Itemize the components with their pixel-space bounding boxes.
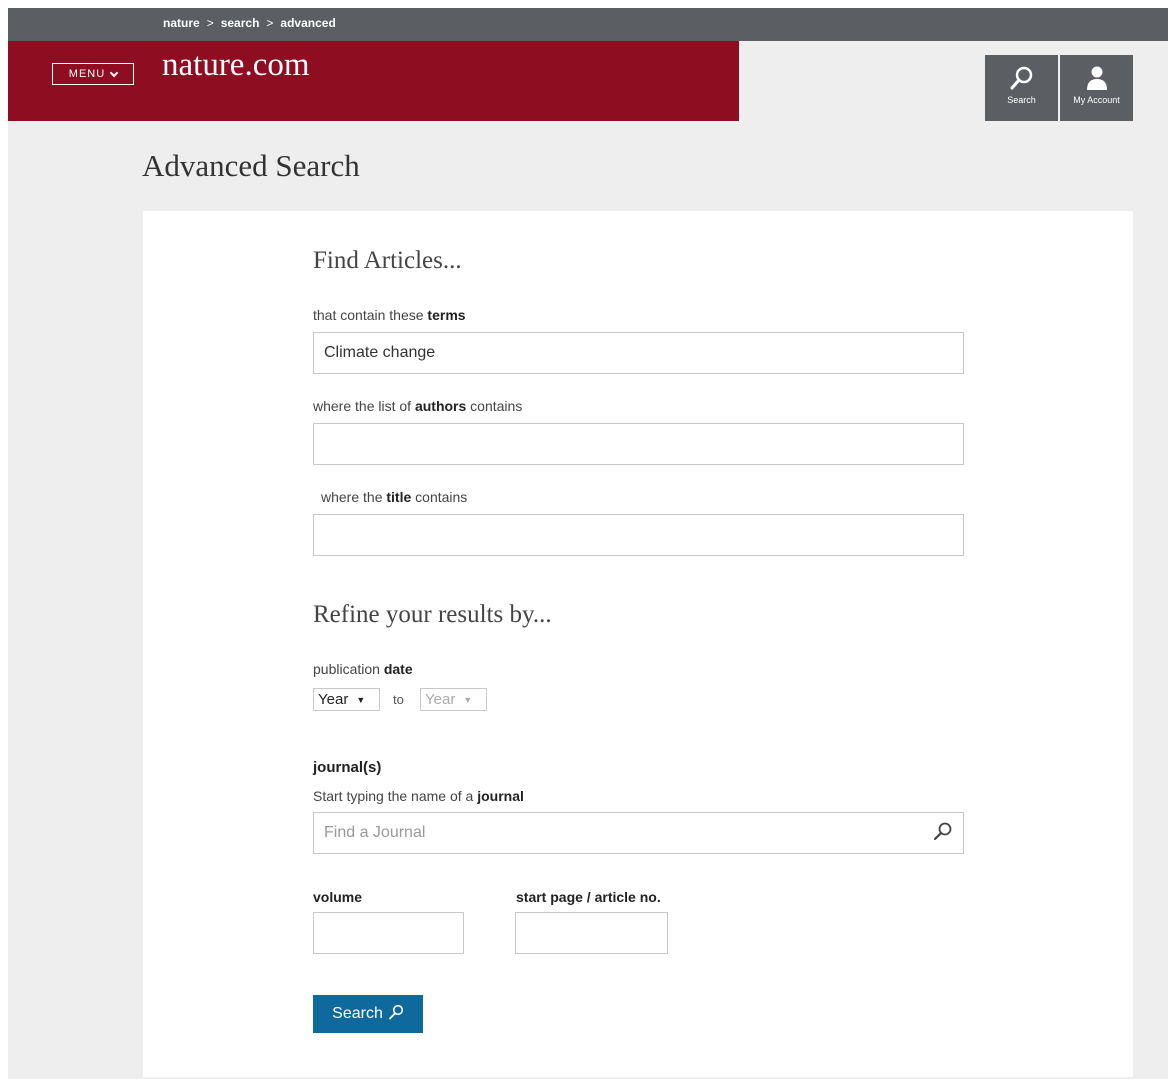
brand-header: MENU nature.com: [8, 41, 739, 121]
terms-input-value: Climate change: [324, 344, 436, 361]
search-button-label: Search: [332, 1005, 383, 1022]
title-label-bold: title: [386, 489, 412, 505]
breadcrumb-item-nature[interactable]: nature: [163, 16, 200, 30]
to-year-value: Year: [425, 691, 456, 708]
authors-input[interactable]: [313, 423, 964, 465]
refine-heading: Refine your results by...: [313, 601, 552, 628]
to-year-select[interactable]: Year ▼: [420, 688, 487, 711]
title-label-suffix: contains: [411, 489, 468, 505]
breadcrumb-separator: >: [206, 16, 214, 30]
journal-heading: journal(s): [313, 759, 382, 776]
journal-hint-bold: journal: [477, 788, 524, 804]
user-icon: [1085, 65, 1109, 91]
terms-label: that contain these terms: [313, 307, 466, 323]
breadcrumb: nature > search > advanced: [163, 16, 336, 30]
page-title: Advanced Search: [142, 148, 360, 183]
terms-input[interactable]: Climate change: [313, 332, 964, 374]
menu-button[interactable]: MENU: [52, 63, 134, 85]
menu-label: MENU: [68, 68, 106, 80]
site-logo[interactable]: nature.com: [162, 47, 310, 84]
journal-hint: Start typing the name of a journal: [313, 788, 524, 804]
journal-input[interactable]: Find a Journal: [313, 812, 964, 854]
authors-label-text: where the list of: [313, 398, 415, 414]
journal-input-placeholder: Find a Journal: [324, 824, 426, 841]
authors-label-bold: authors: [414, 398, 467, 414]
search-form-card: Find Articles... that contain these term…: [143, 211, 1133, 1077]
terms-label-bold: terms: [427, 307, 466, 323]
date-label-text: publication: [313, 661, 384, 677]
my-account-button[interactable]: My Account: [1060, 55, 1133, 121]
search-icon[interactable]: [933, 821, 953, 846]
from-year-select[interactable]: Year ▼: [313, 688, 380, 711]
breadcrumb-item-search[interactable]: search: [221, 16, 260, 30]
breadcrumb-separator: >: [266, 16, 274, 30]
start-page-input[interactable]: [515, 912, 668, 954]
date-label-bold: date: [383, 661, 413, 677]
breadcrumb-bar: nature > search > advanced: [8, 8, 1168, 41]
dropdown-arrow-icon: ▼: [463, 694, 473, 705]
start-page-label: start page / article no.: [516, 889, 661, 905]
title-input[interactable]: [313, 514, 964, 556]
journal-hint-text: Start typing the name of a: [313, 788, 478, 804]
search-icon: [388, 1004, 404, 1025]
find-articles-heading: Find Articles...: [313, 247, 462, 274]
header-search-label: Search: [1007, 95, 1036, 105]
header-search-button[interactable]: Search: [985, 55, 1058, 121]
date-range-to: to: [393, 692, 404, 707]
publication-date-label: publication date: [313, 661, 413, 677]
my-account-label: My Account: [1073, 95, 1120, 105]
title-label: where the title contains: [321, 489, 467, 505]
chevron-down-icon: [109, 68, 119, 77]
terms-label-text: that contain these: [313, 307, 428, 323]
from-year-value: Year: [318, 691, 349, 708]
search-icon: [1009, 65, 1035, 91]
authors-label: where the list of authors contains: [313, 398, 522, 414]
title-label-text: where the: [321, 489, 387, 505]
dropdown-arrow-icon: ▼: [356, 694, 366, 705]
authors-label-suffix: contains: [466, 398, 523, 414]
search-submit-button[interactable]: Search: [313, 995, 423, 1033]
page-frame: nature > search > advanced MENU nature.c…: [8, 8, 1168, 1079]
breadcrumb-item-advanced: advanced: [280, 16, 336, 30]
volume-input[interactable]: [313, 912, 464, 954]
volume-label: volume: [313, 889, 363, 905]
